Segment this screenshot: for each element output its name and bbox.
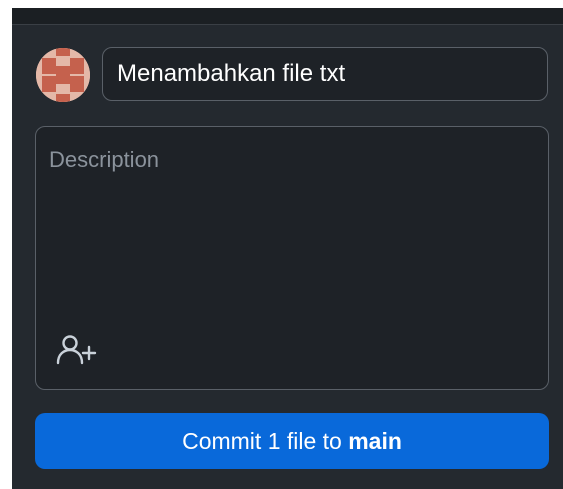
commit-summary-input[interactable]: Menambahkan file txt (102, 47, 548, 101)
person-add-icon[interactable] (56, 334, 100, 366)
avatar[interactable] (36, 48, 90, 102)
commit-button[interactable]: Commit 1 file to main (35, 413, 549, 469)
panel-top-divider (12, 8, 563, 25)
commit-panel: Menambahkan file txt Description Commit … (12, 8, 563, 489)
commit-description-input[interactable]: Description (35, 126, 549, 390)
description-placeholder: Description (49, 147, 160, 172)
avatar-identicon (36, 48, 90, 102)
commit-button-label: Commit 1 file to (182, 427, 349, 454)
commit-branch-name: main (348, 427, 402, 454)
